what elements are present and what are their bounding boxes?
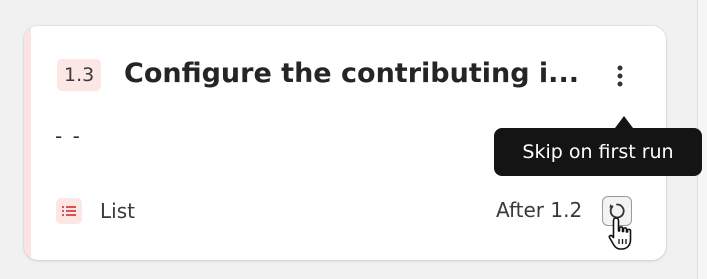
step-title: Configure the contributing i... — [124, 58, 579, 89]
card-accent-bar — [24, 26, 31, 260]
stage: 1.3 Configure the contributing i... - - … — [0, 0, 707, 279]
step-number-badge: 1.3 — [57, 59, 102, 91]
step-type-label: List — [100, 199, 135, 223]
more-options-button[interactable] — [608, 60, 632, 92]
list-icon — [56, 198, 82, 224]
tooltip-arrow — [615, 116, 633, 128]
vertical-ellipsis-icon — [617, 65, 623, 87]
dependency-label: After 1.2 — [496, 198, 583, 222]
tooltip: Skip on first run — [494, 128, 702, 176]
hand-pointer-cursor-icon — [608, 217, 632, 250]
step-description: - - — [55, 124, 82, 148]
